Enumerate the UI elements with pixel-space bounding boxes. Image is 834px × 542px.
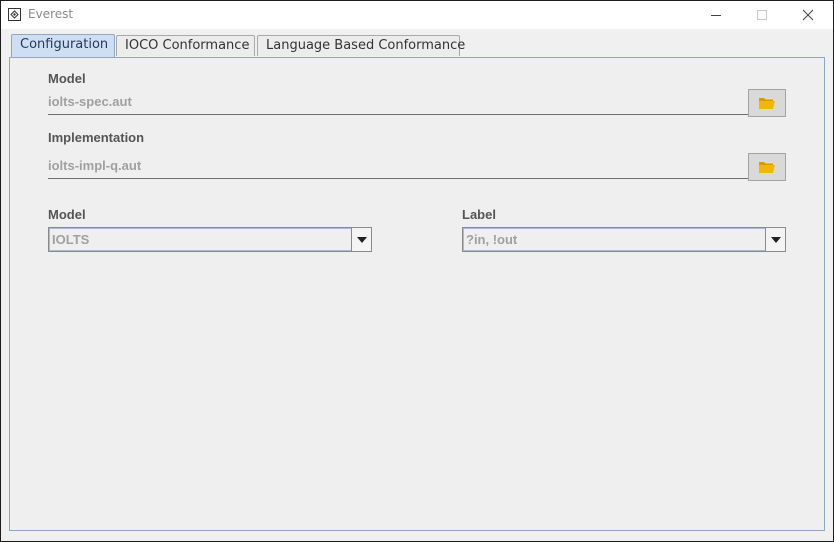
window-title: Everest [28, 7, 74, 21]
label-type-dropdown-button[interactable] [765, 228, 785, 251]
folder-open-icon [759, 162, 775, 173]
implementation-file-field[interactable]: iolts-impl-q.aut [48, 158, 141, 173]
folder-open-icon [759, 98, 775, 109]
tab-ioco-conformance[interactable]: IOCO Conformance [116, 35, 255, 56]
title-bar[interactable]: Everest [1, 1, 833, 29]
maximize-icon [757, 10, 767, 20]
model-type-value: IOLTS [52, 232, 90, 247]
chevron-down-icon [770, 236, 781, 243]
configuration-panel: Model iolts-spec.aut Implementation iolt… [9, 57, 825, 531]
chevron-down-icon [356, 236, 367, 243]
model-browse-button[interactable] [748, 89, 786, 117]
implementation-browse-button[interactable] [748, 153, 786, 181]
implementation-file-underline [48, 178, 748, 179]
model-type-select[interactable]: IOLTS [48, 227, 372, 252]
label-type-select[interactable]: ?in, !out [462, 227, 786, 252]
model-type-label: Model [48, 207, 86, 222]
close-icon [802, 9, 814, 21]
minimize-button[interactable] [693, 1, 739, 29]
close-button[interactable] [785, 1, 831, 29]
label-type-label: Label [462, 207, 496, 222]
minimize-icon [711, 15, 721, 16]
app-icon [8, 8, 21, 21]
model-file-underline [48, 114, 748, 115]
tab-language-based-conformance[interactable]: Language Based Conformance [257, 35, 465, 56]
model-type-dropdown-button[interactable] [351, 228, 371, 251]
implementation-file-label: Implementation [48, 130, 145, 145]
model-file-field[interactable]: iolts-spec.aut [48, 94, 132, 109]
maximize-button[interactable] [739, 1, 785, 29]
app-window: Everest Configuration IOCO Conformance L… [0, 0, 834, 542]
label-type-value: ?in, !out [466, 232, 518, 247]
model-file-label: Model [48, 71, 86, 86]
tab-configuration[interactable]: Configuration [11, 34, 115, 58]
